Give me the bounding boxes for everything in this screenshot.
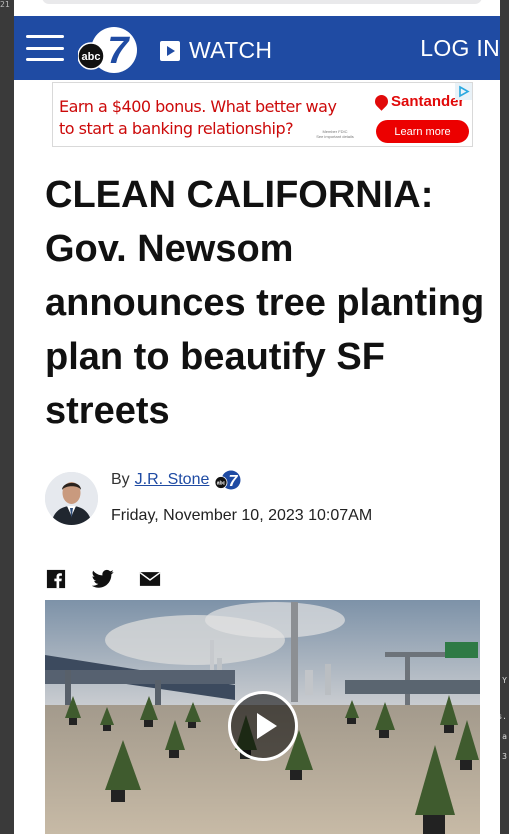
email-icon[interactable] — [139, 569, 161, 589]
ad-learn-more-button[interactable]: Learn more — [376, 120, 469, 143]
abc7-mini-logo: 7 abc — [214, 470, 241, 490]
byline-prefix: By — [111, 471, 130, 488]
backdrop-corner-text: 21 — [0, 0, 10, 9]
ad-disclaimer: Member FDIC See important details — [305, 129, 365, 139]
mobile-page: 7 abc WATCH LOG IN Earn a $400 bonus. Wh… — [14, 0, 500, 834]
backdrop-hint: a — [502, 732, 507, 741]
ad-brand-name: Santander — [391, 93, 465, 110]
watch-label: WATCH — [189, 37, 273, 63]
watch-link[interactable]: WATCH — [160, 37, 272, 64]
author-avatar[interactable] — [45, 472, 98, 525]
hamburger-icon[interactable] — [26, 35, 64, 61]
twitter-icon[interactable] — [92, 569, 114, 589]
ad-brand: Santander — [372, 92, 465, 111]
backdrop-right: Y s. a 3 — [497, 0, 509, 834]
backdrop-hint: Y — [502, 676, 507, 685]
adchoices-icon[interactable] — [455, 83, 472, 100]
play-square-icon — [160, 40, 180, 61]
video-player[interactable] — [45, 600, 480, 834]
santander-ad[interactable]: Earn a $400 bonus. What better way to st… — [52, 82, 473, 147]
backdrop-hint: 3 — [502, 752, 507, 761]
login-button[interactable]: LOG IN — [420, 35, 500, 62]
play-icon[interactable] — [228, 691, 298, 761]
backdrop-left — [0, 0, 14, 834]
santander-flame-icon — [372, 92, 391, 111]
svg-text:7: 7 — [229, 473, 239, 490]
publish-date: Friday, November 10, 2023 10:07AM — [111, 507, 373, 524]
abc7-logo[interactable]: 7 abc — [78, 26, 138, 74]
ad-text-line: Earn a $400 bonus. What better way — [59, 97, 337, 116]
article-headline: CLEAN CALIFORNIA: Gov. Newsom announces … — [45, 174, 485, 432]
facebook-icon[interactable] — [45, 569, 67, 589]
share-bar — [45, 569, 161, 589]
svg-text:abc: abc — [217, 481, 226, 487]
site-header: 7 abc WATCH LOG IN — [14, 16, 500, 80]
svg-text:abc: abc — [82, 51, 101, 63]
svg-text:7: 7 — [107, 30, 130, 72]
ad-disclaimer-line: See important details — [316, 134, 354, 139]
byline: By J.R. Stone 7 abc — [111, 470, 242, 490]
address-bar[interactable] — [42, 0, 482, 4]
author-link[interactable]: J.R. Stone — [135, 471, 210, 489]
